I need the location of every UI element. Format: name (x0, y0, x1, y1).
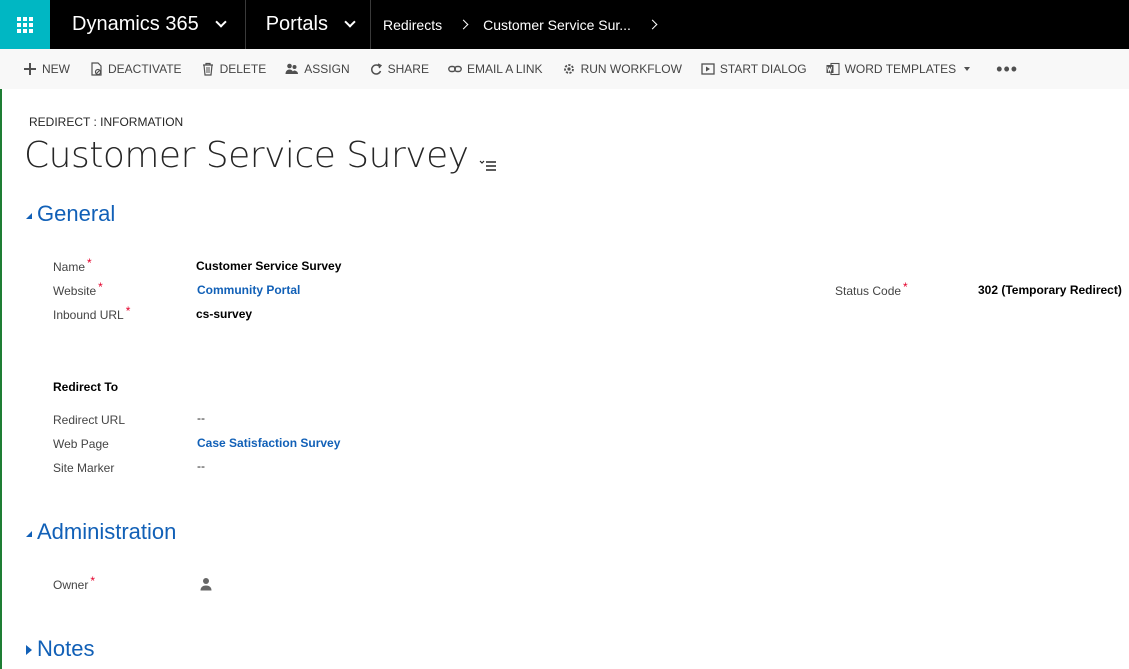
section-administration-header[interactable]: Administration (26, 519, 176, 545)
required-marker: * (87, 256, 92, 270)
area-name: Portals (265, 13, 328, 35)
trash-icon (200, 61, 216, 77)
section-general-header[interactable]: General (26, 201, 115, 227)
site-marker-label: Site Marker (53, 461, 115, 475)
section-general-title: General (37, 201, 116, 226)
caret-down-icon (964, 67, 971, 71)
name-label: Name * (53, 256, 92, 274)
section-notes-title: Notes (37, 636, 95, 661)
new-button[interactable]: NEW (22, 61, 70, 77)
collapse-triangle-icon (26, 531, 32, 537)
assign-label: ASSIGN (304, 62, 350, 76)
required-marker: * (98, 280, 103, 294)
status-code-label-text: Status Code (835, 284, 902, 298)
owner-user-icon[interactable] (200, 577, 212, 596)
word-templates-button[interactable]: WORD TEMPLATES (825, 61, 971, 77)
chevron-right-icon[interactable] (647, 19, 658, 30)
dialog-icon (700, 61, 716, 77)
expand-triangle-icon (26, 645, 32, 655)
website-label-text: Website (53, 284, 97, 298)
delete-label: DELETE (219, 62, 267, 76)
inbound-url-value[interactable]: cs-survey (196, 307, 252, 321)
run-workflow-label: RUN WORKFLOW (580, 62, 682, 76)
collapse-triangle-icon (26, 213, 32, 219)
breadcrumb-label: Customer Service Sur... (483, 16, 631, 33)
email-a-link-button[interactable]: EMAIL A LINK (447, 61, 543, 77)
website-label: Website * (53, 280, 103, 298)
word-templates-label: WORD TEMPLATES (844, 62, 957, 76)
name-label-text: Name (53, 260, 86, 274)
inbound-url-label-text: Inbound URL (53, 308, 124, 322)
record-title-text: Customer Service Survey (24, 135, 469, 176)
app-launcher-button[interactable] (0, 0, 50, 49)
share-icon (368, 61, 384, 77)
section-administration-title: Administration (37, 519, 177, 544)
start-dialog-label: START DIALOG (719, 62, 807, 76)
site-marker-value[interactable]: -- (197, 459, 205, 473)
chevron-right-icon (458, 19, 469, 30)
chevron-down-icon (344, 16, 356, 28)
required-marker: * (90, 574, 96, 588)
app-switcher[interactable]: Dynamics 365 (50, 0, 246, 49)
status-code-label: Status Code * (835, 280, 908, 298)
start-dialog-button[interactable]: START DIALOG (700, 61, 807, 77)
status-code-value[interactable]: 302 (Temporary Redirect) (978, 283, 1122, 297)
top-navigation-bar: Dynamics 365 Portals Redirects Customer … (0, 0, 1129, 49)
web-page-link[interactable]: Case Satisfaction Survey (197, 436, 340, 450)
redirect-to-heading: Redirect To (53, 380, 119, 394)
share-label: SHARE (387, 62, 429, 76)
delete-button[interactable]: DELETE (200, 61, 267, 77)
redirect-url-value[interactable]: -- (197, 411, 205, 425)
web-page-label: Web Page (53, 437, 109, 451)
redirect-url-label: Redirect URL (53, 413, 126, 427)
breadcrumb-record[interactable]: Customer Service Sur... (483, 17, 631, 33)
breadcrumb-redirects[interactable]: Redirects (383, 17, 442, 33)
assign-icon (284, 61, 300, 77)
name-value[interactable]: Customer Service Survey (196, 259, 341, 273)
new-label: NEW (42, 62, 70, 76)
breadcrumb-label: Redirects (382, 16, 443, 33)
form-accent-line (0, 89, 2, 669)
owner-label: Owner * (53, 574, 95, 592)
command-bar: NEW DEACTIVATE DELETE ASSIGN SHARE EMAIL… (0, 49, 1129, 89)
email-a-link-label: EMAIL A LINK (466, 62, 543, 76)
run-workflow-button[interactable]: RUN WORKFLOW (561, 61, 682, 77)
deactivate-button[interactable]: DEACTIVATE (88, 61, 182, 77)
plus-icon (22, 61, 38, 77)
app-name: Dynamics 365 (72, 13, 199, 35)
required-marker: * (903, 280, 908, 294)
more-commands-button[interactable]: ••• (996, 59, 1018, 80)
deactivate-icon (88, 61, 104, 77)
workflow-icon (561, 61, 577, 77)
inbound-url-label: Inbound URL * (53, 304, 130, 322)
record-title: Customer Service Survey (24, 130, 497, 181)
form-selector-icon[interactable] (479, 140, 497, 181)
deactivate-label: DEACTIVATE (108, 62, 182, 76)
assign-button[interactable]: ASSIGN (284, 61, 350, 77)
waffle-icon (17, 16, 33, 33)
required-marker: * (125, 304, 131, 318)
chevron-down-icon (215, 16, 227, 28)
website-link[interactable]: Community Portal (197, 283, 300, 297)
link-icon (447, 61, 463, 77)
entity-form-label: REDIRECT : INFORMATION (29, 115, 184, 129)
section-notes-header[interactable]: Notes (26, 636, 94, 662)
area-switcher[interactable]: Portals (246, 0, 371, 49)
share-button[interactable]: SHARE (368, 61, 429, 77)
word-icon (825, 61, 841, 77)
owner-label-text: Owner (53, 578, 89, 592)
